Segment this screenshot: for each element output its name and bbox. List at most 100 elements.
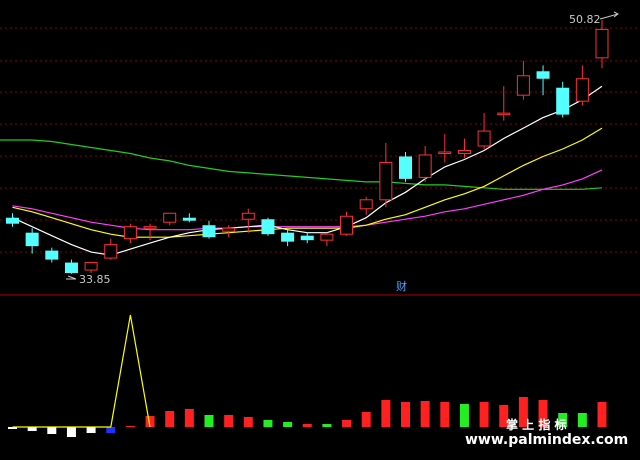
candle-body-down [45, 250, 59, 260]
candle [575, 65, 589, 106]
candle [84, 262, 98, 274]
histogram-bar [459, 404, 469, 427]
histogram-bar [86, 427, 96, 433]
histogram-bar [204, 415, 214, 427]
candle-body-down [261, 219, 275, 235]
candle [123, 223, 137, 244]
candle-body-up [595, 28, 609, 59]
histogram-bar [66, 427, 76, 437]
histogram-bar [243, 417, 253, 427]
candle-body-down [182, 217, 196, 221]
histogram-bar [263, 420, 273, 427]
histogram-bar [106, 427, 116, 433]
candle-body-up [477, 130, 491, 147]
high-price-marker: 50.82 [569, 11, 619, 26]
watermark-url: www.palmindex.com [465, 432, 628, 448]
candle [320, 232, 334, 247]
candle [222, 225, 236, 238]
candle-body-up [418, 154, 432, 178]
candle [418, 146, 432, 182]
high-price-label: 50.82 [569, 13, 601, 26]
candle [536, 65, 550, 96]
candle-body-up [104, 244, 118, 259]
candle [64, 259, 78, 274]
candle-body-up [575, 78, 589, 102]
candle-body-down [281, 232, 295, 242]
candle [516, 60, 530, 100]
candle-body-down [64, 262, 78, 274]
histogram-bar [165, 411, 175, 427]
candle-body-down [6, 217, 19, 224]
candle-body-down [399, 156, 412, 179]
candle [359, 196, 373, 215]
candle-body-up [516, 75, 530, 96]
candle-body-down [536, 71, 550, 79]
indicator-spike-line [12, 314, 151, 428]
candle [477, 113, 491, 149]
candle [379, 143, 393, 208]
histogram-bar [401, 402, 410, 427]
histogram-bar [420, 401, 430, 427]
candle [457, 138, 471, 158]
arrow-icon [599, 11, 619, 20]
candle [438, 134, 452, 163]
candle [182, 213, 196, 223]
spike-line [12, 314, 151, 428]
histogram-bar [322, 424, 332, 427]
ma-yellow-line [12, 127, 603, 238]
histogram-bar [302, 424, 312, 427]
candle-body-up [320, 233, 334, 241]
candle-body-up [438, 151, 452, 154]
candle [261, 217, 275, 236]
candle-body-up [222, 227, 236, 232]
finance-badge[interactable]: 财 [396, 279, 407, 293]
stock-chart[interactable]: 50.82 33.85 财 掌 上 指 标 www.palmindex.com [0, 0, 640, 460]
candle-body-up [497, 112, 511, 116]
candle [556, 81, 570, 118]
candle [163, 212, 177, 226]
candle [497, 86, 511, 121]
candle-body-up [379, 161, 393, 201]
histogram-bar [479, 402, 489, 427]
histogram-bar [47, 427, 57, 434]
candle [340, 211, 354, 236]
histogram-bar [440, 402, 450, 427]
histogram-bar [224, 415, 234, 427]
candle [281, 229, 295, 247]
arrow-icon [66, 275, 77, 280]
candle [104, 238, 118, 260]
price-grid [0, 27, 640, 253]
candle [6, 213, 19, 227]
candlesticks[interactable] [6, 20, 609, 274]
histogram-bar [361, 412, 371, 427]
candle [399, 151, 412, 182]
candle-body-up [143, 226, 157, 229]
candle [25, 228, 39, 254]
histogram-bar [125, 426, 135, 427]
candle [300, 232, 314, 244]
candle-body-up [163, 212, 177, 223]
moving-average-lines [0, 85, 603, 256]
candle-body-up [359, 199, 373, 210]
low-price-marker: 33.85 [66, 273, 111, 286]
histogram-bar [184, 409, 194, 427]
candle [241, 208, 255, 233]
candle [45, 247, 59, 263]
candle-body-up [123, 226, 137, 240]
candle-body-up [84, 262, 98, 271]
candle-body-up [340, 215, 354, 235]
candle-body-down [25, 232, 39, 247]
candle-body-up [457, 149, 471, 154]
candle-body-down [202, 225, 216, 238]
ma-magenta-line [12, 169, 603, 231]
histogram-bar [597, 402, 607, 427]
candle-body-down [556, 87, 570, 115]
candle-body-down [300, 235, 314, 241]
histogram-bar [577, 413, 587, 427]
watermark-title: 掌 上 指 标 [506, 417, 567, 432]
candle [202, 220, 216, 239]
histogram-bar [342, 420, 352, 427]
ma-green-line [0, 139, 603, 190]
histogram-bar [381, 400, 391, 427]
low-price-label: 33.85 [79, 273, 111, 286]
